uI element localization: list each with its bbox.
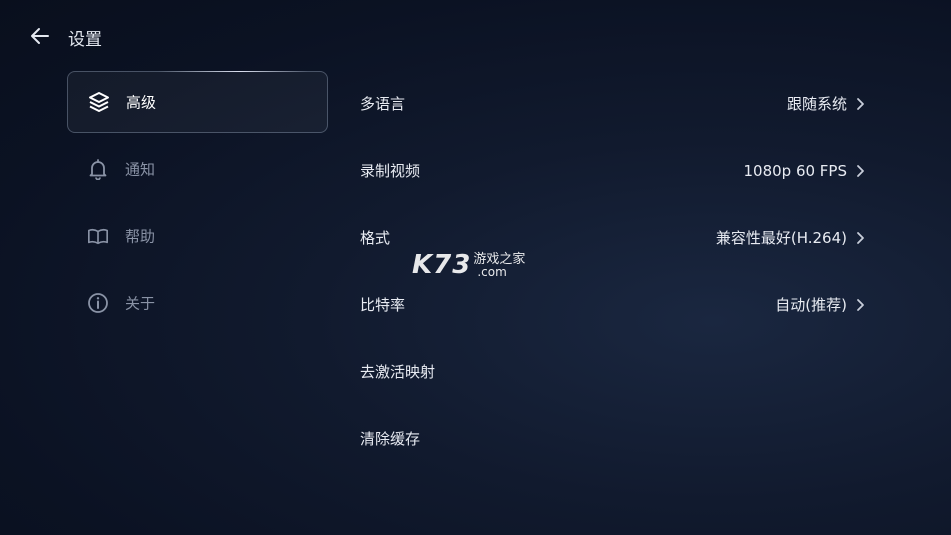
setting-clear-cache[interactable]: 清除缓存 — [360, 405, 865, 472]
setting-label: 多语言 — [360, 95, 406, 113]
setting-value-group: 自动(推荐) — [775, 294, 865, 315]
back-button[interactable] — [26, 24, 54, 48]
layers-icon — [88, 91, 110, 113]
setting-value: 1080p 60 FPS — [743, 161, 847, 180]
info-icon — [87, 292, 109, 314]
chevron-right-icon — [855, 97, 865, 111]
setting-deactivate-mapping[interactable]: 去激活映射 — [360, 338, 865, 405]
setting-bitrate[interactable]: 比特率 自动(推荐) — [360, 271, 865, 338]
bell-icon — [87, 158, 109, 180]
sidebar-item-label: 关于 — [125, 294, 156, 313]
watermark-cn: 游戏之家 — [473, 251, 526, 267]
sidebar: 高级 通知 帮助 关于 — [67, 71, 328, 339]
setting-language[interactable]: 多语言 跟随系统 — [360, 70, 865, 137]
sidebar-item-about[interactable]: 关于 — [67, 272, 328, 334]
chevron-right-icon — [855, 231, 865, 245]
watermark-brand: K73 — [412, 250, 472, 280]
sidebar-item-label: 帮助 — [125, 227, 156, 246]
setting-label: 去激活映射 — [360, 363, 436, 381]
book-icon — [87, 225, 109, 247]
watermark-domain: .com — [477, 264, 507, 279]
setting-value: 兼容性最好(H.264) — [715, 229, 847, 247]
setting-label: 录制视频 — [360, 162, 421, 180]
watermark-text: 游戏之家 .com — [473, 253, 525, 278]
top-bar: 设置 — [0, 0, 951, 72]
sidebar-item-notifications[interactable]: 通知 — [67, 138, 328, 200]
watermark-logo: K73 游戏之家 .com — [412, 250, 525, 280]
sidebar-item-label: 高级 — [126, 93, 157, 112]
setting-label: 格式 — [360, 229, 391, 247]
setting-record-video[interactable]: 录制视频 1080p 60 FPS — [360, 137, 865, 204]
arrow-left-icon — [31, 28, 49, 44]
setting-value-group: 兼容性最好(H.264) — [716, 227, 865, 248]
sidebar-item-label: 通知 — [125, 160, 156, 179]
sidebar-item-help[interactable]: 帮助 — [67, 205, 328, 267]
setting-value-group: 1080p 60 FPS — [743, 162, 865, 180]
setting-label: 清除缓存 — [360, 430, 421, 448]
chevron-right-icon — [855, 164, 865, 178]
setting-value: 自动(推荐) — [775, 296, 847, 314]
sidebar-item-advanced[interactable]: 高级 — [67, 71, 328, 133]
setting-value: 跟随系统 — [786, 95, 847, 113]
setting-value-group: 跟随系统 — [787, 93, 865, 114]
page-title: 设置 — [68, 30, 102, 50]
chevron-right-icon — [855, 298, 865, 312]
setting-label: 比特率 — [360, 296, 406, 314]
